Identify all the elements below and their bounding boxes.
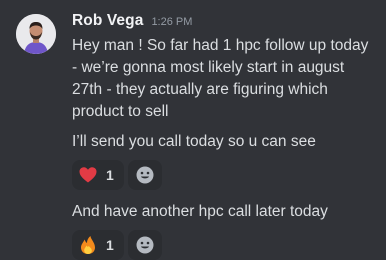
message-header: Rob Vega 1:26 PM xyxy=(72,12,378,32)
reaction-heart[interactable]: 1 xyxy=(72,160,124,190)
add-reaction-button[interactable] xyxy=(128,230,162,260)
avatar[interactable] xyxy=(16,14,56,54)
message-group: Rob Vega 1:26 PM Hey man ! So far had 1 … xyxy=(0,0,386,260)
fire-icon xyxy=(81,236,95,254)
reaction-count: 1 xyxy=(106,237,114,253)
smiley-icon xyxy=(136,236,154,254)
timestamp[interactable]: 1:26 PM xyxy=(151,16,192,28)
avatar-image xyxy=(16,14,56,54)
username[interactable]: Rob Vega xyxy=(72,12,143,30)
message-text: I’ll send you call today so u can see xyxy=(72,133,316,150)
reactions-bar: 1 xyxy=(72,230,378,260)
reaction-count: 1 xyxy=(106,167,114,183)
message-text: And have another hpc call later today xyxy=(72,203,328,220)
message-content: Rob Vega 1:26 PM Hey man ! So far had 1 … xyxy=(72,12,378,260)
reactions-bar: 1 xyxy=(72,160,378,190)
add-reaction-button[interactable] xyxy=(128,160,162,190)
heart-icon xyxy=(79,167,97,183)
reaction-fire[interactable]: 1 xyxy=(72,230,124,260)
smiley-icon xyxy=(136,166,154,184)
message-text: Hey man ! So far had 1 hpc follow up tod… xyxy=(72,37,369,120)
